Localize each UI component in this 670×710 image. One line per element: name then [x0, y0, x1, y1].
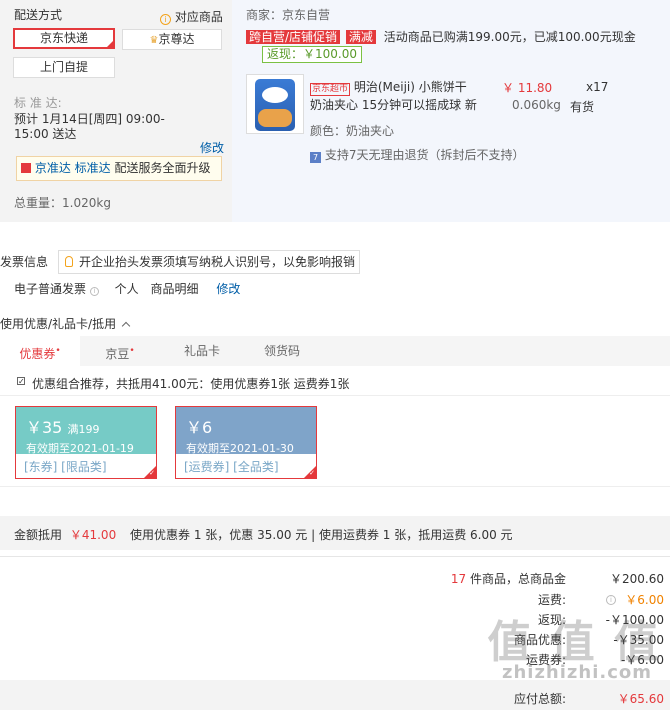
- payable-value: ￥65.60: [617, 692, 664, 706]
- payable-label: 应付总额:: [513, 692, 566, 706]
- watermark-url: zhizhizhi.com: [501, 662, 652, 683]
- discount-summary-amount: ￥41.00: [69, 528, 117, 542]
- payable-bar: 应付总额: ￥65.60: [0, 680, 670, 710]
- coupon-expiry: 有效期至2021-01-19: [26, 442, 134, 455]
- jd-delivery-icon: [21, 163, 31, 173]
- tab-redemption-code[interactable]: 领货码: [242, 336, 322, 366]
- discount-summary-bar: 金额抵用 ￥41.00 使用优惠券 1 张，优惠 35.00 元 | 使用运费券…: [0, 516, 670, 550]
- selected-check-icon: ✓: [304, 466, 316, 478]
- coupon-recommend-row: ✓ 优惠组合推荐，共抵用41.00元：使用优惠券1张 运费券1张: [0, 366, 670, 396]
- modify-delivery-link[interactable]: 修改: [200, 139, 224, 156]
- delivery-estimate-line2: 15:00 送达: [14, 127, 77, 141]
- promotion-row: 跨自营/店铺促销 满减 活动商品已购满199.00元，已减100.00元现金: [246, 28, 636, 45]
- invoice-details: 电子普通发票 i 个人 商品明细 修改: [14, 280, 240, 297]
- invoice-content: 商品明细: [150, 282, 199, 296]
- total-goods-row: 17 件商品，总商品金 ￥200.60: [0, 570, 670, 588]
- item-count-text: 件商品，总商品金: [469, 572, 566, 586]
- tab-gift-card[interactable]: 礼品卡: [162, 336, 242, 366]
- product-title-line2[interactable]: 奶油夹心 15分钟可以摇成球 新: [310, 96, 477, 113]
- shipping-option-jd-zunda[interactable]: ♛京尊达: [122, 29, 222, 50]
- info-icon: i: [160, 14, 171, 25]
- promo-tag-cross-store: 跨自营/店铺促销: [246, 30, 341, 44]
- promo-tag-full-reduction: 满减: [345, 30, 376, 44]
- invoice-owner: 个人: [114, 282, 139, 296]
- help-icon: i: [89, 287, 99, 296]
- standard-delivery-label: 标 准 达:: [14, 96, 62, 110]
- return-icon: 7: [310, 152, 321, 163]
- coupon-card[interactable]: ￥6 有效期至2021-01-30 [运费券] [全品类] ✓: [175, 406, 317, 479]
- product-title-line1[interactable]: 京东超市 明治(Meiji) 小熊饼干: [310, 78, 467, 96]
- product-stock: 有货: [570, 100, 595, 114]
- product-qty: x17: [586, 80, 609, 94]
- return-policy: 7 支持7天无理由退货（拆封后不支持）: [310, 146, 524, 163]
- merchant-label: 商家：京东自营: [246, 8, 331, 22]
- item-count: 17: [450, 572, 467, 586]
- recommend-text: 优惠组合推荐，共抵用41.00元：使用优惠券1张 运费券1张: [32, 377, 350, 391]
- recommend-checkbox[interactable]: ✓: [17, 377, 25, 386]
- invoice-type: 电子普通发票: [14, 282, 87, 296]
- product-color: 颜色：奶油夹心: [310, 124, 395, 138]
- total-weight: 总重量：1.020kg: [14, 196, 111, 210]
- coupon-condition: 满199: [67, 423, 100, 436]
- discount-summary-text: 使用优惠券 1 张，优惠 35.00 元 | 使用运费券 1 张，抵用运费 6.…: [130, 528, 513, 542]
- jd-supermarket-tag: 京东超市: [310, 83, 351, 96]
- chevron-up-icon: [121, 321, 131, 331]
- lightbulb-icon: [65, 256, 73, 267]
- shipping-title: 配送方式: [14, 8, 63, 22]
- order-panel: 商家：京东自营 跨自营/店铺促销 满减 活动商品已购满199.00元，已减100…: [232, 0, 670, 222]
- tab-jingdou[interactable]: 京豆•: [80, 336, 160, 366]
- discount-tabs: 优惠券• 京豆• 礼品卡 领货码: [0, 336, 670, 366]
- coupon-card-top: ￥6 有效期至2021-01-30: [176, 407, 316, 455]
- selected-check-icon: ✓: [144, 466, 156, 478]
- delivery-upgrade-banner[interactable]: 京准达 标准达 配送服务全面升级: [16, 156, 222, 181]
- rebate-tag: 返现：￥100.00: [262, 46, 362, 63]
- corresponding-products-link[interactable]: i 对应商品: [160, 8, 223, 25]
- divider: [0, 556, 670, 557]
- goods-amount: ￥200.60: [610, 572, 664, 586]
- tab-coupons[interactable]: 优惠券•: [0, 336, 80, 366]
- divider: [0, 486, 670, 487]
- invoice-tip: 开企业抬头发票须填写纳税人识别号，以免影响报销: [58, 250, 360, 274]
- shipping-option-self-pickup[interactable]: 上门自提: [13, 57, 115, 78]
- shipping-panel: 配送方式 i 对应商品 京东快递 ♛京尊达 上门自提 标 准 达: 预计 1月1…: [0, 0, 232, 222]
- invoice-title: 发票信息: [0, 255, 49, 269]
- discount-section-toggle[interactable]: 使用优惠/礼品卡/抵用: [0, 315, 131, 332]
- discount-summary-label: 金额抵用: [14, 528, 63, 542]
- coupon-expiry: 有效期至2021-01-30: [186, 442, 294, 455]
- coupon-card[interactable]: ￥35 满199 有效期至2021-01-19 [东券] [限品类] ✓: [15, 406, 157, 479]
- coupon-tags: [运费券] [全品类]: [184, 460, 279, 474]
- rebate-tag-wrap: 返现：￥100.00: [262, 46, 362, 63]
- invoice-modify-link[interactable]: 修改: [216, 282, 240, 296]
- product-image[interactable]: [246, 74, 304, 134]
- coupon-amount: ￥35: [26, 418, 63, 437]
- shipping-option-jd-express[interactable]: 京东快递: [13, 28, 115, 49]
- promo-text: 活动商品已购满199.00元，已减100.00元现金: [383, 30, 636, 44]
- coupon-tags: [东券] [限品类]: [24, 460, 107, 474]
- coupon-amount: ￥6: [186, 418, 213, 437]
- watermark-logo: 值 值 值: [487, 617, 660, 668]
- coupon-card-top: ￥35 满199 有效期至2021-01-19: [16, 407, 156, 455]
- product-weight: 0.060kg: [512, 98, 561, 112]
- product-price: ￥ 11.80: [502, 81, 553, 95]
